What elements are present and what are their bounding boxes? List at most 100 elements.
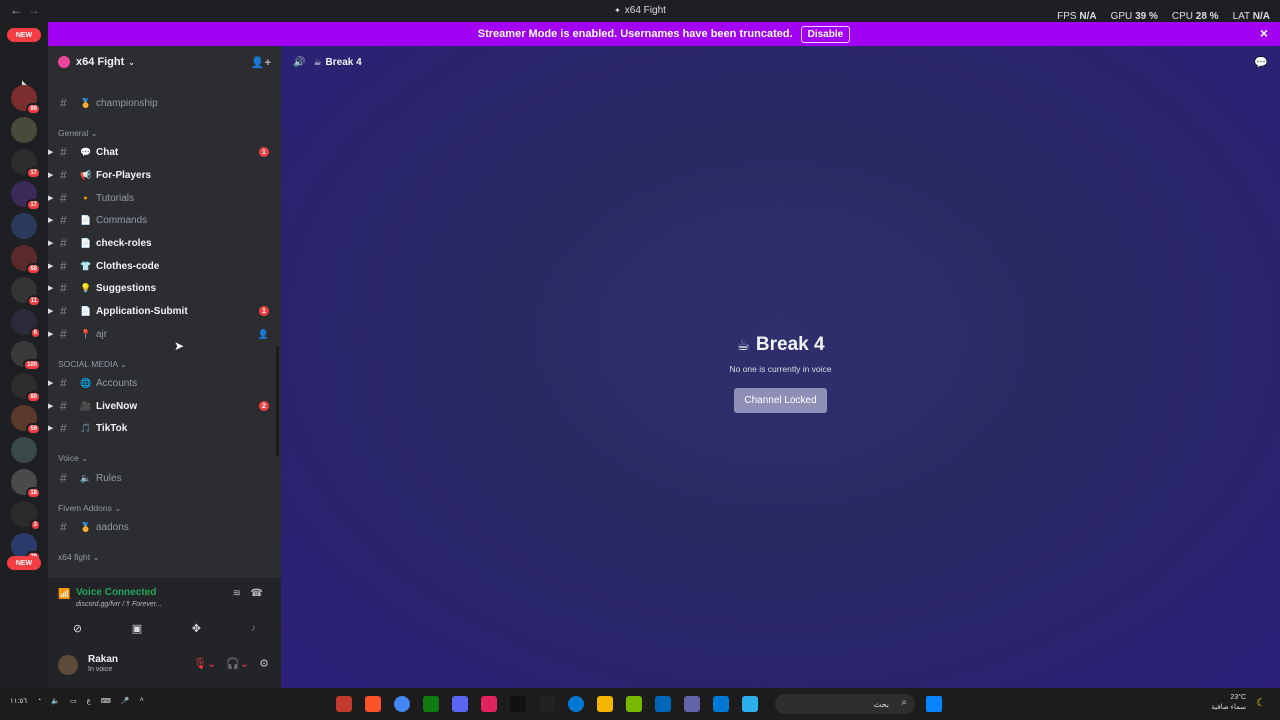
chat-bubble-icon[interactable]: 💬 (1254, 56, 1268, 69)
user-controls: 🎙⌄ 🎧⌄ ⚙ (193, 657, 269, 670)
server-icon[interactable] (11, 213, 37, 239)
globe-icon: 🌐 (80, 377, 92, 388)
voice-connected-status[interactable]: Voice Connected (76, 587, 156, 598)
keyboard-icon[interactable]: ⌨ (101, 697, 111, 705)
avatar[interactable] (58, 655, 78, 675)
discord-icon[interactable] (452, 696, 468, 712)
channel-championship[interactable]: # 🏅 championship (48, 93, 281, 113)
app-icon[interactable] (336, 696, 352, 712)
camera-off-icon[interactable]: ⊘ (73, 622, 82, 635)
copilot-icon[interactable] (742, 696, 758, 712)
microphone-icon[interactable]: 🎤 (121, 697, 130, 705)
tray-left: ١١:٥٦ ◔ 🔈 ▭ ع ⌨ 🎤 ˄ (10, 697, 144, 705)
channel-locked-button[interactable]: Channel Locked (734, 388, 827, 413)
channel-application-submit[interactable]: ▶ # 📄 Application-Submit 1 (48, 301, 281, 321)
channel-ajr[interactable]: ▶ # 📍 ajr 👤 (48, 324, 281, 344)
app-icon[interactable] (539, 696, 555, 712)
mouse-cursor-icon: ➤ (174, 339, 185, 353)
xbox-icon[interactable] (423, 696, 439, 712)
hash-icon: # (60, 145, 67, 159)
outlook-icon[interactable] (713, 696, 729, 712)
perf-gpu: GPU 39 % (1110, 11, 1158, 22)
signal-icon[interactable]: 📶 (58, 589, 70, 600)
channel-for-players[interactable]: ▶ # 📢 For-Players (48, 165, 281, 185)
category-voice[interactable]: Voice ⌄ (58, 453, 88, 464)
teams-icon[interactable] (684, 696, 700, 712)
server-icon[interactable]: 59 (11, 405, 41, 435)
server-icon[interactable]: 11 (11, 277, 41, 307)
voice-channel-view: 🔊 ☕ Break 4 💬 ☕ Break 4 No one is current… (281, 46, 1280, 688)
server-icon[interactable]: 3 (11, 501, 41, 531)
server-icon[interactable]: 17 (11, 149, 41, 179)
category-general[interactable]: General ⌄ (58, 128, 98, 139)
server-name: x64 Fight (76, 56, 125, 68)
soundboard-icon[interactable]: ♪ (251, 622, 257, 634)
invite-people-icon[interactable]: 👤+ (251, 56, 271, 69)
channel-tiktok[interactable]: ▶ # 🎵 TikTok (48, 418, 281, 438)
search-input[interactable]: بحث ⌕ (775, 694, 915, 714)
channel-livenow[interactable]: ▶ # 🎥 LiveNow 2 (48, 396, 281, 416)
server-icon[interactable]: 68 (11, 245, 41, 275)
server-header[interactable]: x64 Fight ⌄ 👤+ (48, 46, 281, 78)
category-social-media[interactable]: SOCIAL MEDIA ⌄ (58, 359, 127, 370)
tiktok-icon[interactable] (510, 696, 526, 712)
server-icon[interactable] (11, 117, 37, 143)
screen-share-icon[interactable]: ▣ (132, 622, 142, 635)
gear-icon[interactable]: ⚙ (259, 657, 269, 670)
category-x64-fight[interactable]: x64 fight ⌄ (58, 552, 100, 563)
file-explorer-icon[interactable] (597, 696, 613, 712)
clock: ١١:٥٦ (10, 698, 27, 705)
close-icon[interactable]: × (1260, 25, 1268, 41)
channel-clothes-code[interactable]: ▶ # 👕 Clothes-code (48, 256, 281, 276)
headphones-deafened-icon[interactable]: 🎧⌄ (226, 657, 249, 670)
disable-streamer-mode-button[interactable]: Disable (800, 25, 851, 43)
chevron-up-icon[interactable]: ˄ (140, 697, 144, 705)
channel-header-name: Break 4 (325, 56, 362, 68)
hash-icon: # (60, 259, 67, 273)
microphone-muted-icon[interactable]: 🎙⌄ (193, 657, 216, 670)
category-fivem-addons[interactable]: Fivem Addons ⌄ (58, 503, 121, 514)
channel-list-scrollbar[interactable] (276, 346, 279, 456)
hash-icon: # (60, 213, 67, 227)
moon-icon[interactable]: ☾ (1256, 696, 1266, 709)
channel-aadons[interactable]: # 🏅 aadons (48, 517, 281, 537)
windows-start-icon[interactable] (926, 696, 942, 712)
add-member-icon[interactable]: 👤 (258, 329, 269, 340)
server-icon[interactable]: 100 (11, 341, 41, 371)
taskbar: ١١:٥٦ ◔ 🔈 ▭ ع ⌨ 🎤 ˄ بحث ⌕ 23°C سماء صافي… (0, 688, 1280, 720)
channel-suggestions[interactable]: ▶ # 💡 Suggestions (48, 278, 281, 298)
voice-connected-channel[interactable]: discord.gg/fvrr / ☨ Forever... (76, 600, 162, 608)
hash-icon: # (60, 399, 67, 413)
weather-widget[interactable]: 23°C سماء صافية (1211, 693, 1246, 713)
volume-icon[interactable]: 🔈 (51, 697, 60, 705)
store-icon[interactable] (655, 696, 671, 712)
battery-icon[interactable]: ▭ (70, 697, 77, 705)
channel-rules[interactable]: # 🔈 Rules (48, 468, 281, 488)
channel-accounts[interactable]: ▶ # 🌐 Accounts (48, 373, 281, 393)
caret-right-icon: ▶ (48, 308, 54, 315)
channel-tutorials[interactable]: ▶ # 🔸 Tutorials (48, 188, 281, 208)
hash-icon: # (60, 168, 67, 182)
server-icon[interactable]: 6 (11, 309, 41, 339)
document-icon: 📄 (80, 214, 92, 225)
server-icon[interactable]: 17 (11, 181, 41, 211)
brave-icon[interactable] (365, 696, 381, 712)
caret-right-icon: ▶ (48, 149, 54, 156)
server-icon[interactable] (11, 437, 37, 463)
server-icon[interactable]: 98 (11, 85, 41, 115)
disconnect-icon[interactable]: ☎ (251, 588, 263, 599)
nvidia-icon[interactable] (626, 696, 642, 712)
channel-chat[interactable]: ▶ # 💬 Chat 1 (48, 142, 281, 162)
wifi-icon[interactable]: ◔ (37, 697, 41, 705)
edge-icon[interactable] (568, 696, 584, 712)
app-icon[interactable] (481, 696, 497, 712)
channel-check-roles[interactable]: ▶ # 📄 check-roles (48, 233, 281, 253)
server-icon[interactable]: 18 (11, 469, 41, 499)
username[interactable]: Rakan (88, 654, 118, 665)
activities-icon[interactable]: ✥ (192, 622, 201, 635)
chrome-icon[interactable] (394, 696, 410, 712)
language-indicator[interactable]: ع (87, 697, 91, 705)
channel-commands[interactable]: ▶ # 📄 Commands (48, 210, 281, 230)
noise-suppression-icon[interactable]: ≋ (233, 588, 241, 599)
server-icon[interactable]: 80 (11, 373, 41, 403)
